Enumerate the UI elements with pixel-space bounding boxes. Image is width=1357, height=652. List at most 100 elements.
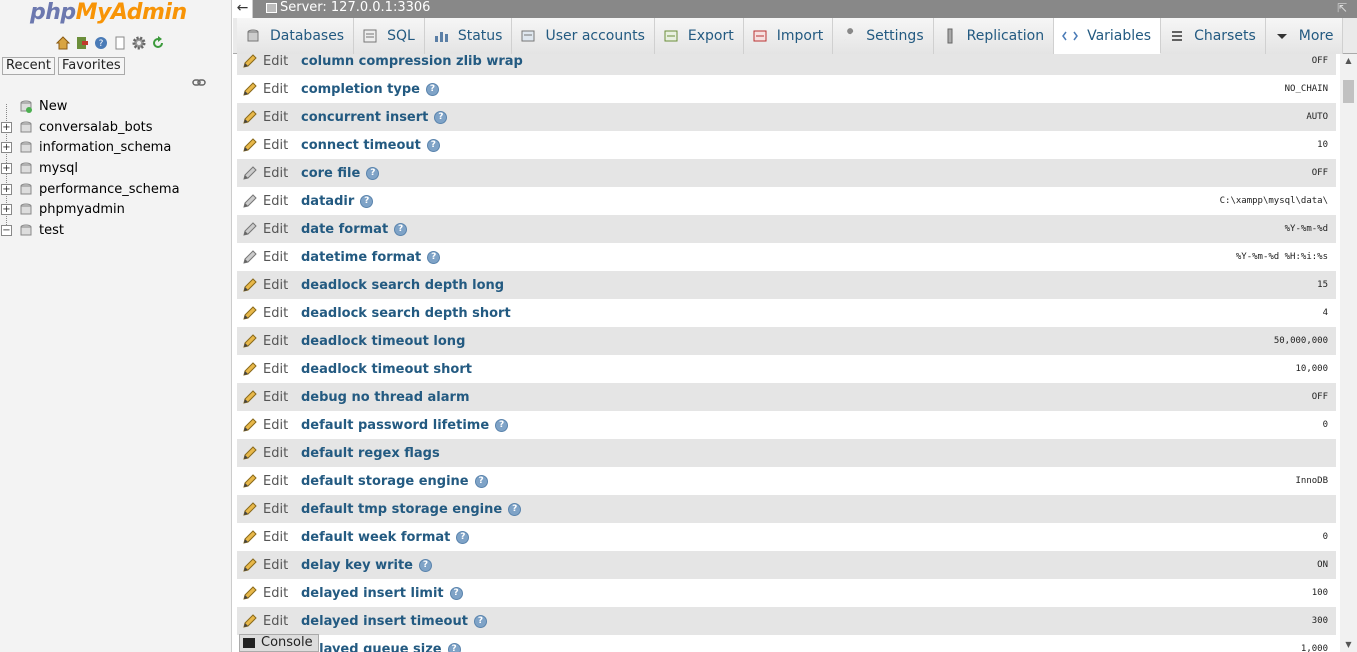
help-icon[interactable]: ? [495,418,509,432]
help-icon[interactable]: ? [473,614,487,628]
pencil-icon [242,54,258,69]
variable-row: Edit datetime format? %Y-%m-%d %H:%i:%s [237,243,1336,271]
edit-link[interactable]: Edit [237,54,301,69]
variable-name: concurrent insert? [301,110,448,125]
back-arrow-icon[interactable]: ← [233,0,253,18]
vertical-scrollbar[interactable]: ▲ ▼ [1340,54,1357,652]
help-icon[interactable]: ? [366,166,380,180]
edit-link[interactable]: Edit [237,445,301,461]
collapse-icon[interactable]: − [1,225,12,237]
edit-link[interactable]: Edit [237,501,301,517]
scroll-up-icon[interactable]: ▲ [1340,54,1357,68]
edit-link[interactable]: Edit [237,417,301,433]
users-icon [520,28,536,44]
help-icon[interactable]: ? [427,250,441,264]
help-icon[interactable]: ? [360,194,374,208]
help-icon[interactable]: ? [426,138,440,152]
variable-name: default password lifetime? [301,418,509,433]
help-icon[interactable]: ? [508,502,522,516]
help-icon[interactable]: ? [394,222,408,236]
phpmyadmin-logo[interactable]: phpMyAdmin [30,0,187,26]
server-tabs: Databases SQL Status User accounts Export Imp… [233,18,1357,54]
edit-link[interactable]: Edit [237,585,301,601]
tree-item-new[interactable]: New [0,96,232,117]
tree-item-mysql[interactable]: + mysql [0,158,232,179]
help-icon[interactable]: ? [418,558,432,572]
variable-row: Edit delayed insert limit? 100 [237,579,1336,607]
edit-link[interactable]: Edit [237,249,301,265]
tab-charsets[interactable]: Charsets [1161,18,1266,54]
tree-item-label: phpmyadmin [39,202,125,218]
variable-value: InnoDB [1295,476,1328,486]
tab-more[interactable]: More [1265,18,1344,54]
tab-replication[interactable]: Replication [933,18,1055,54]
edit-link[interactable]: Edit [237,613,301,629]
help-icon[interactable]: ? [449,586,463,600]
variable-name: deadlock timeout long [301,333,466,349]
expand-icon[interactable]: + [1,121,12,133]
tree-item-conversalab-bots[interactable]: + conversalab_bots [0,117,232,138]
variable-name: delay key write? [301,558,432,573]
tab-variables[interactable]: Variables [1054,18,1162,54]
edit-link[interactable]: Edit [237,473,301,489]
exit-icon[interactable] [74,35,90,51]
edit-link[interactable]: Edit [237,81,301,97]
help-icon[interactable]: ? [474,474,488,488]
variable-row: Edit concurrent insert? AUTO [237,103,1336,131]
expand-icon[interactable]: + [1,204,12,216]
edit-link[interactable]: Edit [237,109,301,125]
scrollbar-thumb[interactable] [1343,80,1354,103]
collapse-icon[interactable]: ⇱ [1337,0,1347,16]
edit-link[interactable]: Edit [237,137,301,153]
help-icon[interactable]: ? [434,110,448,124]
edit-link[interactable]: Edit [237,305,301,321]
edit-link[interactable]: Edit [237,333,301,349]
recent-tab[interactable]: Recent [2,57,55,75]
tab-label: Charsets [1194,28,1256,44]
favorites-tab[interactable]: Favorites [57,57,125,75]
variable-row: Edit default week format? 0 [237,523,1336,551]
scroll-down-icon[interactable]: ▼ [1340,638,1357,652]
tree-item-information-schema[interactable]: + information_schema [0,137,232,158]
edit-link[interactable]: Edit [237,165,301,181]
tree-item-test[interactable]: − test [0,220,232,241]
reload-icon[interactable] [150,35,166,51]
edit-link[interactable]: Edit [237,221,301,237]
edit-link[interactable]: Edit [237,389,301,405]
variable-value: OFF [1311,56,1328,66]
tab-sql[interactable]: SQL [354,18,425,54]
variable-name: default regex flags [301,445,440,461]
console-toggle[interactable]: Console [239,634,319,652]
tree-item-phpmyadmin[interactable]: + phpmyadmin [0,199,232,220]
variable-name: delayed insert timeout? [301,614,487,629]
variable-value: 0 [1322,532,1328,542]
edit-link[interactable]: Edit [237,277,301,293]
tab-import[interactable]: Import [743,18,834,54]
help-icon[interactable]: ? [447,642,461,652]
settings-icon[interactable] [131,35,147,51]
tab-databases[interactable]: Databases [237,18,355,54]
edit-link[interactable]: Edit [237,557,301,573]
help-icon[interactable]: ? [456,530,470,544]
expand-icon[interactable]: + [1,142,12,154]
tab-export[interactable]: Export [654,18,744,54]
tab-user-accounts[interactable]: User accounts [512,18,655,54]
variable-value: 1,000 [1300,644,1328,652]
tab-status[interactable]: Status [424,18,513,54]
edit-link[interactable]: Edit [237,361,301,377]
link-icon[interactable] [192,78,206,88]
home-icon[interactable] [55,35,71,51]
edit-link[interactable]: Edit [237,529,301,545]
docs-icon[interactable] [112,35,128,51]
edit-link[interactable]: Edit [237,193,301,209]
variable-row: Edit deadlock search depth short 4 [237,299,1336,327]
expand-icon[interactable]: + [1,163,12,175]
expand-icon[interactable]: + [1,183,12,195]
help-icon[interactable]: ? [425,82,439,96]
tree-item-performance-schema[interactable]: + performance_schema [0,179,232,200]
pencil-icon [242,557,258,573]
server-breadcrumb[interactable]: Server: 127.0.0.1:3306 [266,0,430,16]
variable-value: 4 [1322,308,1328,318]
tab-settings[interactable]: Settings [833,18,934,54]
help-icon[interactable]: ? [93,35,109,51]
